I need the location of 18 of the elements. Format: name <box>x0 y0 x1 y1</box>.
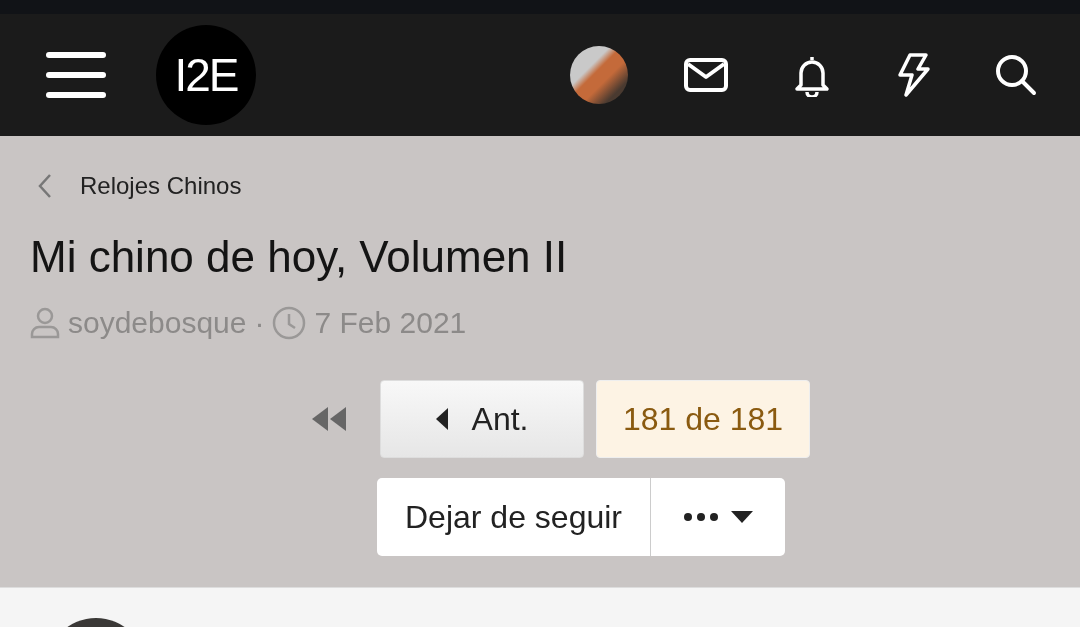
user-avatar[interactable] <box>570 46 628 104</box>
mail-icon[interactable] <box>684 58 728 92</box>
menu-icon[interactable] <box>46 51 106 99</box>
more-icon <box>683 512 719 522</box>
caret-icon <box>435 408 448 430</box>
user-icon <box>30 307 60 339</box>
lightning-icon[interactable] <box>896 53 930 97</box>
page-indicator[interactable]: 181 de 181 <box>596 380 810 458</box>
caret-icon <box>731 511 753 523</box>
meta-separator: · <box>254 306 265 340</box>
previous-page-button[interactable]: Ant. <box>380 380 584 458</box>
thread-title: Mi chino de hoy, Volumen II <box>30 232 569 282</box>
search-icon[interactable] <box>994 53 1038 97</box>
clock-icon <box>272 306 307 340</box>
site-logo[interactable]: I2E <box>156 25 256 125</box>
breadcrumb-link[interactable]: Relojes Chinos <box>80 172 242 200</box>
back-chevron-icon[interactable] <box>38 173 52 199</box>
first-page-icon[interactable] <box>310 405 348 433</box>
